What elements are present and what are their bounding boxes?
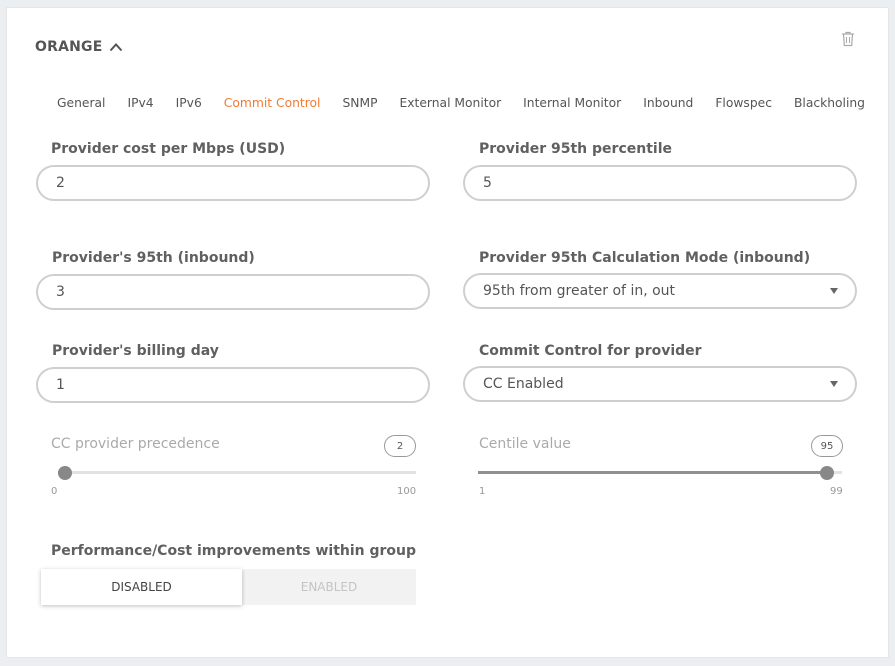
inbound-95-label: Provider's 95th (inbound)	[52, 250, 255, 266]
cost-per-mbps-label: Provider cost per Mbps (USD)	[51, 141, 286, 157]
inbound-95-input[interactable]: 3	[36, 274, 430, 310]
precedence-value-bubble: 2	[384, 435, 416, 457]
precedence-slider-track[interactable]	[58, 465, 416, 480]
cost-per-mbps-value: 2	[56, 175, 65, 191]
tab-internal-monitor[interactable]: Internal Monitor	[523, 96, 621, 110]
caret-down-icon	[830, 381, 838, 387]
billing-day-input[interactable]: 1	[36, 367, 430, 403]
toggle-disabled-option[interactable]: DISABLED	[41, 569, 242, 605]
tab-ipv6[interactable]: IPv6	[176, 96, 202, 110]
tab-inbound[interactable]: Inbound	[643, 96, 693, 110]
precedence-min-label: 0	[51, 486, 58, 497]
centile-slider-thumb[interactable]	[820, 465, 835, 480]
calc-mode-select[interactable]: 95th from greater of in, out	[463, 273, 857, 309]
centile-label: Centile value	[479, 436, 571, 452]
commit-control-value: CC Enabled	[483, 376, 564, 392]
improvements-toggle-label: Performance/Cost improvements within gro…	[51, 543, 417, 559]
chevron-up-icon[interactable]	[109, 42, 123, 52]
tab-commit-control[interactable]: Commit Control	[224, 96, 321, 110]
tab-snmp[interactable]: SNMP	[342, 96, 377, 110]
calc-mode-value: 95th from greater of in, out	[483, 283, 676, 299]
provider-title: ORANGE	[35, 39, 103, 55]
improvements-toggle: DISABLED ENABLED	[41, 569, 416, 605]
commit-control-label: Commit Control for provider	[479, 343, 702, 359]
trash-icon[interactable]	[841, 31, 855, 51]
billing-day-label: Provider's billing day	[52, 343, 219, 359]
caret-down-icon	[830, 288, 838, 294]
centile-min-label: 1	[479, 486, 486, 497]
centile-slider-fill	[478, 471, 828, 474]
centile-value-bubble: 95	[811, 435, 843, 457]
precedence-slider-thumb[interactable]	[58, 465, 73, 480]
tab-external-monitor[interactable]: External Monitor	[399, 96, 501, 110]
precedence-max-label: 100	[397, 486, 417, 497]
cost-per-mbps-input[interactable]: 2	[36, 165, 430, 201]
centile-slider-track[interactable]	[478, 465, 842, 480]
percentile-95-value: 5	[483, 175, 492, 191]
billing-day-value: 1	[56, 377, 65, 393]
inbound-95-value: 3	[56, 284, 65, 300]
tab-ipv4[interactable]: IPv4	[127, 96, 153, 110]
percentile-95-input[interactable]: 5	[463, 165, 857, 201]
tab-blackholing[interactable]: Blackholing	[794, 96, 865, 110]
calc-mode-label: Provider 95th Calculation Mode (inbound)	[479, 250, 811, 266]
provider-header[interactable]: ORANGE	[35, 39, 123, 55]
precedence-label: CC provider precedence	[51, 436, 220, 452]
tab-bar: General IPv4 IPv6 Commit Control SNMP Ex…	[57, 96, 887, 110]
percentile-95-label: Provider 95th percentile	[479, 141, 672, 157]
commit-control-select[interactable]: CC Enabled	[463, 366, 857, 402]
toggle-enabled-option[interactable]: ENABLED	[242, 569, 416, 605]
centile-max-label: 99	[830, 486, 843, 497]
tab-flowspec[interactable]: Flowspec	[715, 96, 772, 110]
tab-general[interactable]: General	[57, 96, 105, 110]
